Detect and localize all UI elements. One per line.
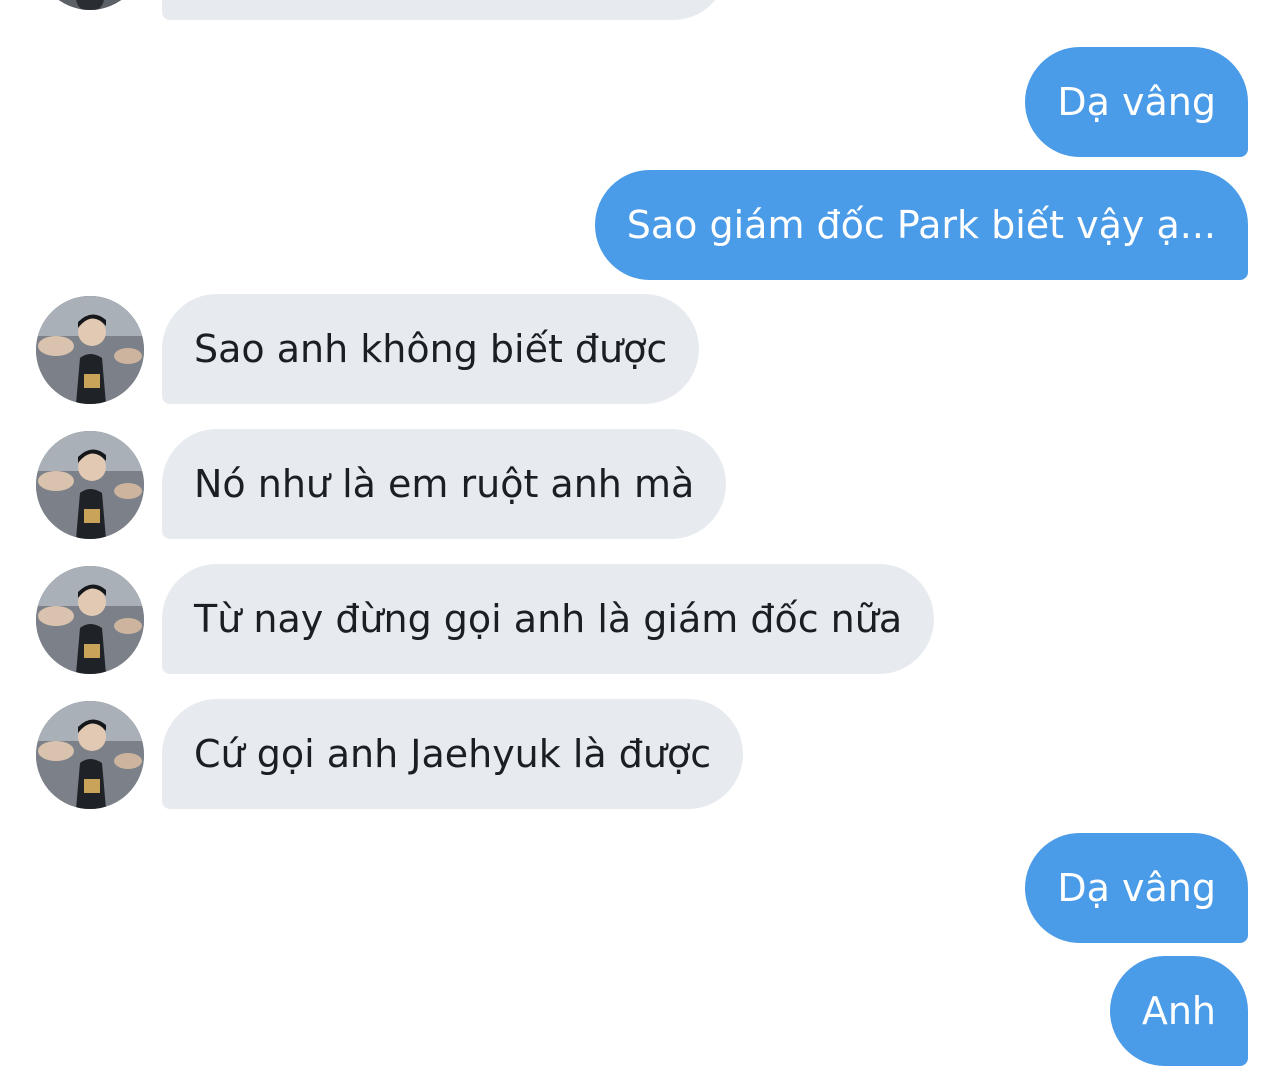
- message-text: Dạ vâng: [1057, 80, 1216, 124]
- contact-avatar-previous[interactable]: [36, 0, 144, 10]
- incoming-message-bubble[interactable]: Từ nay đừng gọi anh là giám đốc nữa: [162, 564, 935, 674]
- outgoing-message-bubble[interactable]: Dạ vâng: [1025, 833, 1248, 943]
- outgoing-message-bubble[interactable]: Anh: [1109, 956, 1248, 1066]
- message-text: Nó như là em ruột anh mà: [194, 462, 695, 506]
- outgoing-message-bubble[interactable]: Sao giám đốc Park biết vậy ạ...: [594, 170, 1248, 280]
- message-text: Dạ vâng: [1057, 866, 1216, 910]
- incoming-message-bubble[interactable]: Cứ gọi anh Jaehyuk là được: [162, 699, 744, 809]
- contact-avatar[interactable]: [36, 701, 144, 809]
- message-text: Sao anh không biết được: [194, 327, 668, 371]
- outgoing-message-bubble[interactable]: Dạ vâng: [1025, 47, 1248, 157]
- message-text: Từ nay đừng gọi anh là giám đốc nữa: [194, 597, 903, 641]
- contact-avatar[interactable]: [36, 431, 144, 539]
- message-bubble-previous[interactable]: [162, 0, 728, 20]
- incoming-message-bubble[interactable]: Sao anh không biết được: [162, 294, 700, 404]
- incoming-message-bubble[interactable]: Nó như là em ruột anh mà: [162, 429, 727, 539]
- message-text: Sao giám đốc Park biết vậy ạ...: [626, 203, 1216, 247]
- message-text: Cứ gọi anh Jaehyuk là được: [194, 732, 712, 776]
- contact-avatar[interactable]: [36, 566, 144, 674]
- message-text: Anh: [1141, 989, 1216, 1033]
- contact-avatar[interactable]: [36, 296, 144, 404]
